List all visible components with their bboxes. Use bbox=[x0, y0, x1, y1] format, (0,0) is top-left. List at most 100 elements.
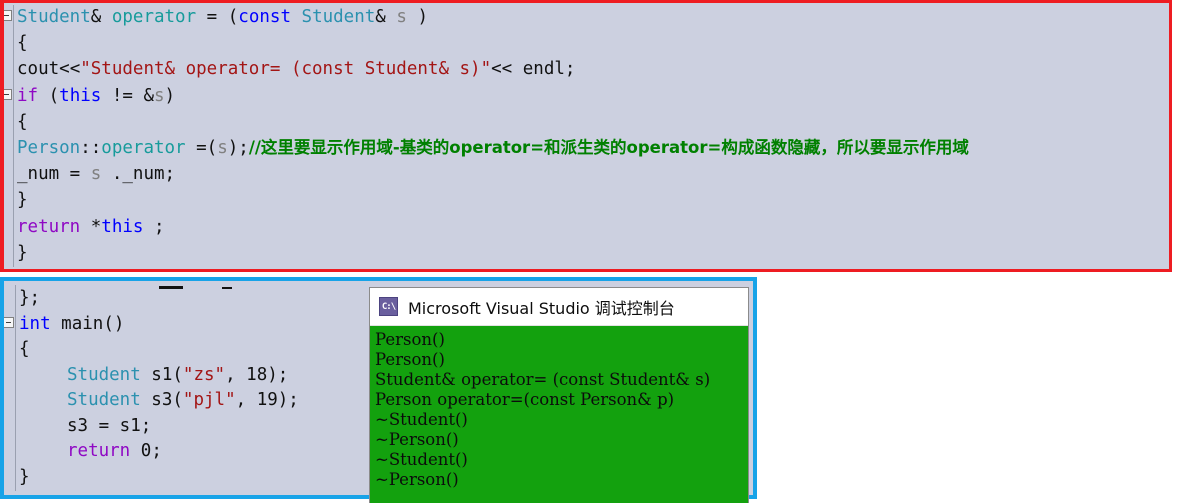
debug-console-window[interactable]: C:\ Microsoft Visual Studio 调试控制台 Person… bbox=[370, 288, 748, 503]
code-token: endl bbox=[522, 59, 565, 80]
code-token: != & bbox=[101, 85, 154, 106]
code-token: ; bbox=[143, 216, 165, 237]
code-token: s bbox=[217, 138, 228, 158]
code-token: ); bbox=[267, 364, 289, 385]
code-token: & bbox=[375, 7, 397, 27]
code-token: //这里要显示作用域-基类的operator=和派生类的operator=构成函… bbox=[248, 138, 969, 157]
code-token: ) bbox=[406, 7, 428, 27]
code-token: operator bbox=[101, 138, 186, 158]
code-line: return *this ; bbox=[17, 214, 165, 240]
code-token: ) bbox=[164, 85, 176, 106]
code-token: s3( bbox=[140, 390, 183, 410]
code-token: Person bbox=[17, 138, 81, 158]
code-token: "pjl" bbox=[182, 390, 236, 410]
code-token: ; bbox=[151, 441, 162, 461]
code-token: :: bbox=[80, 138, 102, 158]
code-token: return bbox=[17, 216, 81, 237]
console-output-line: ~Person() bbox=[375, 430, 459, 449]
code-token: { bbox=[17, 111, 28, 132]
indent-guide bbox=[15, 285, 16, 491]
code-line: int main() bbox=[19, 311, 124, 337]
console-title-bar[interactable]: C:\ Microsoft Visual Studio 调试控制台 bbox=[370, 288, 748, 326]
code-line: { bbox=[17, 30, 28, 56]
code-token: , bbox=[225, 364, 247, 385]
code-token: ( bbox=[38, 85, 60, 106]
code-fold-toggle[interactable] bbox=[4, 88, 12, 100]
code-token: "zs" bbox=[182, 364, 226, 385]
code-line: if (this != &s) bbox=[17, 83, 175, 109]
code-token: "Student& operator= (const Student& s)" bbox=[80, 59, 492, 80]
code-token: } bbox=[19, 466, 30, 487]
code-line: { bbox=[17, 109, 28, 135]
code-token: this bbox=[101, 216, 144, 237]
code-editor-top[interactable]: Student& operator = (const Student& s ){… bbox=[4, 3, 1169, 269]
code-token: 19 bbox=[256, 390, 278, 410]
code-token: () bbox=[103, 313, 125, 334]
code-token: main bbox=[61, 313, 104, 334]
code-line: s3 = s1; bbox=[67, 413, 151, 439]
code-token: Student bbox=[17, 7, 91, 27]
code-token: s3 = s1; bbox=[67, 415, 152, 436]
fold-tick-b bbox=[222, 287, 232, 289]
code-token: _num = bbox=[17, 164, 91, 185]
code-line: }; bbox=[19, 285, 40, 311]
fold-tick-a bbox=[159, 286, 183, 289]
code-token: 0 bbox=[140, 441, 152, 461]
console-output: Person() Person() Student& operator= (cons… bbox=[370, 326, 748, 503]
code-token: << bbox=[59, 59, 81, 80]
code-token: s bbox=[90, 164, 102, 185]
code-token: return bbox=[67, 441, 131, 461]
code-token: int bbox=[19, 313, 51, 334]
console-output-line: ~Person() bbox=[375, 470, 459, 489]
console-output-line: Person operator=(const Person& p) bbox=[375, 390, 675, 409]
code-line: _num = s ._num; bbox=[17, 161, 175, 187]
code-token: this bbox=[59, 85, 102, 106]
code-line: return 0; bbox=[67, 438, 162, 464]
highlighted-code-region-top: Student& operator = (const Student& s ){… bbox=[0, 0, 1172, 272]
code-token: } bbox=[17, 190, 28, 211]
code-token: & bbox=[90, 7, 112, 27]
console-app-icon: C:\ bbox=[379, 297, 398, 316]
code-token: s bbox=[396, 7, 407, 27]
code-line: } bbox=[19, 464, 30, 490]
console-output-line: Student& operator= (const Student& s) bbox=[375, 370, 711, 389]
code-token: } bbox=[17, 242, 28, 263]
code-token: Student bbox=[67, 364, 141, 385]
code-token: * bbox=[80, 216, 102, 237]
code-line: Student& operator = (const Student& s ) bbox=[17, 4, 428, 30]
code-line: Student s1("zs", 18); bbox=[67, 362, 288, 388]
code-token: }; bbox=[19, 288, 41, 308]
code-token: =( bbox=[185, 138, 218, 158]
console-title-text: Microsoft Visual Studio 调试控制台 bbox=[408, 298, 675, 318]
code-token: { bbox=[19, 339, 30, 359]
code-token: cout bbox=[17, 59, 60, 80]
code-line: } bbox=[17, 187, 28, 213]
console-output-line: Person() bbox=[375, 330, 445, 349]
code-line: } bbox=[17, 240, 28, 266]
code-token: if bbox=[17, 85, 39, 106]
code-token: ); bbox=[277, 390, 299, 410]
code-line: Student s3("pjl", 19); bbox=[67, 387, 299, 413]
code-fold-toggle[interactable] bbox=[4, 10, 12, 21]
console-output-line: ~Student() bbox=[375, 450, 468, 469]
code-token: , bbox=[235, 390, 257, 410]
console-output-line: ~Student() bbox=[375, 410, 468, 429]
indent-guide bbox=[13, 5, 14, 267]
code-token: s1( bbox=[140, 364, 183, 385]
code-fold-toggle[interactable] bbox=[4, 316, 14, 328]
code-token: << bbox=[491, 59, 523, 80]
code-token: = ( bbox=[196, 7, 239, 27]
code-token: s bbox=[154, 85, 165, 106]
code-token: Student bbox=[67, 390, 141, 410]
code-token: ; bbox=[564, 59, 576, 80]
code-token: operator bbox=[111, 7, 197, 27]
code-token: ); bbox=[227, 138, 249, 158]
code-token: 18 bbox=[246, 364, 268, 385]
code-token: Student bbox=[301, 7, 376, 27]
code-line: { bbox=[19, 336, 30, 362]
code-token: ._num; bbox=[101, 164, 176, 185]
console-output-line: Person() bbox=[375, 350, 445, 369]
